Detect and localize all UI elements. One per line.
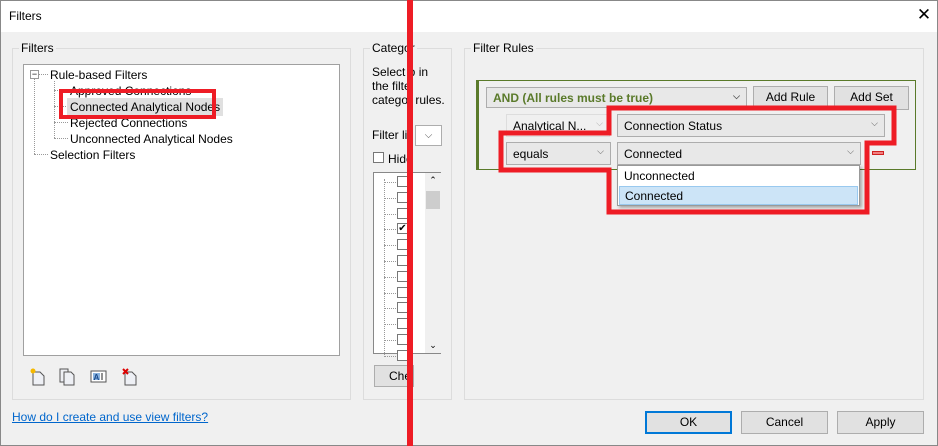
annotation-box-rule: [498, 105, 897, 215]
annotation-divider-line: [407, 0, 413, 446]
annotation-box-tree-item: [59, 89, 216, 119]
annotation-overlay: [59, 0, 897, 446]
